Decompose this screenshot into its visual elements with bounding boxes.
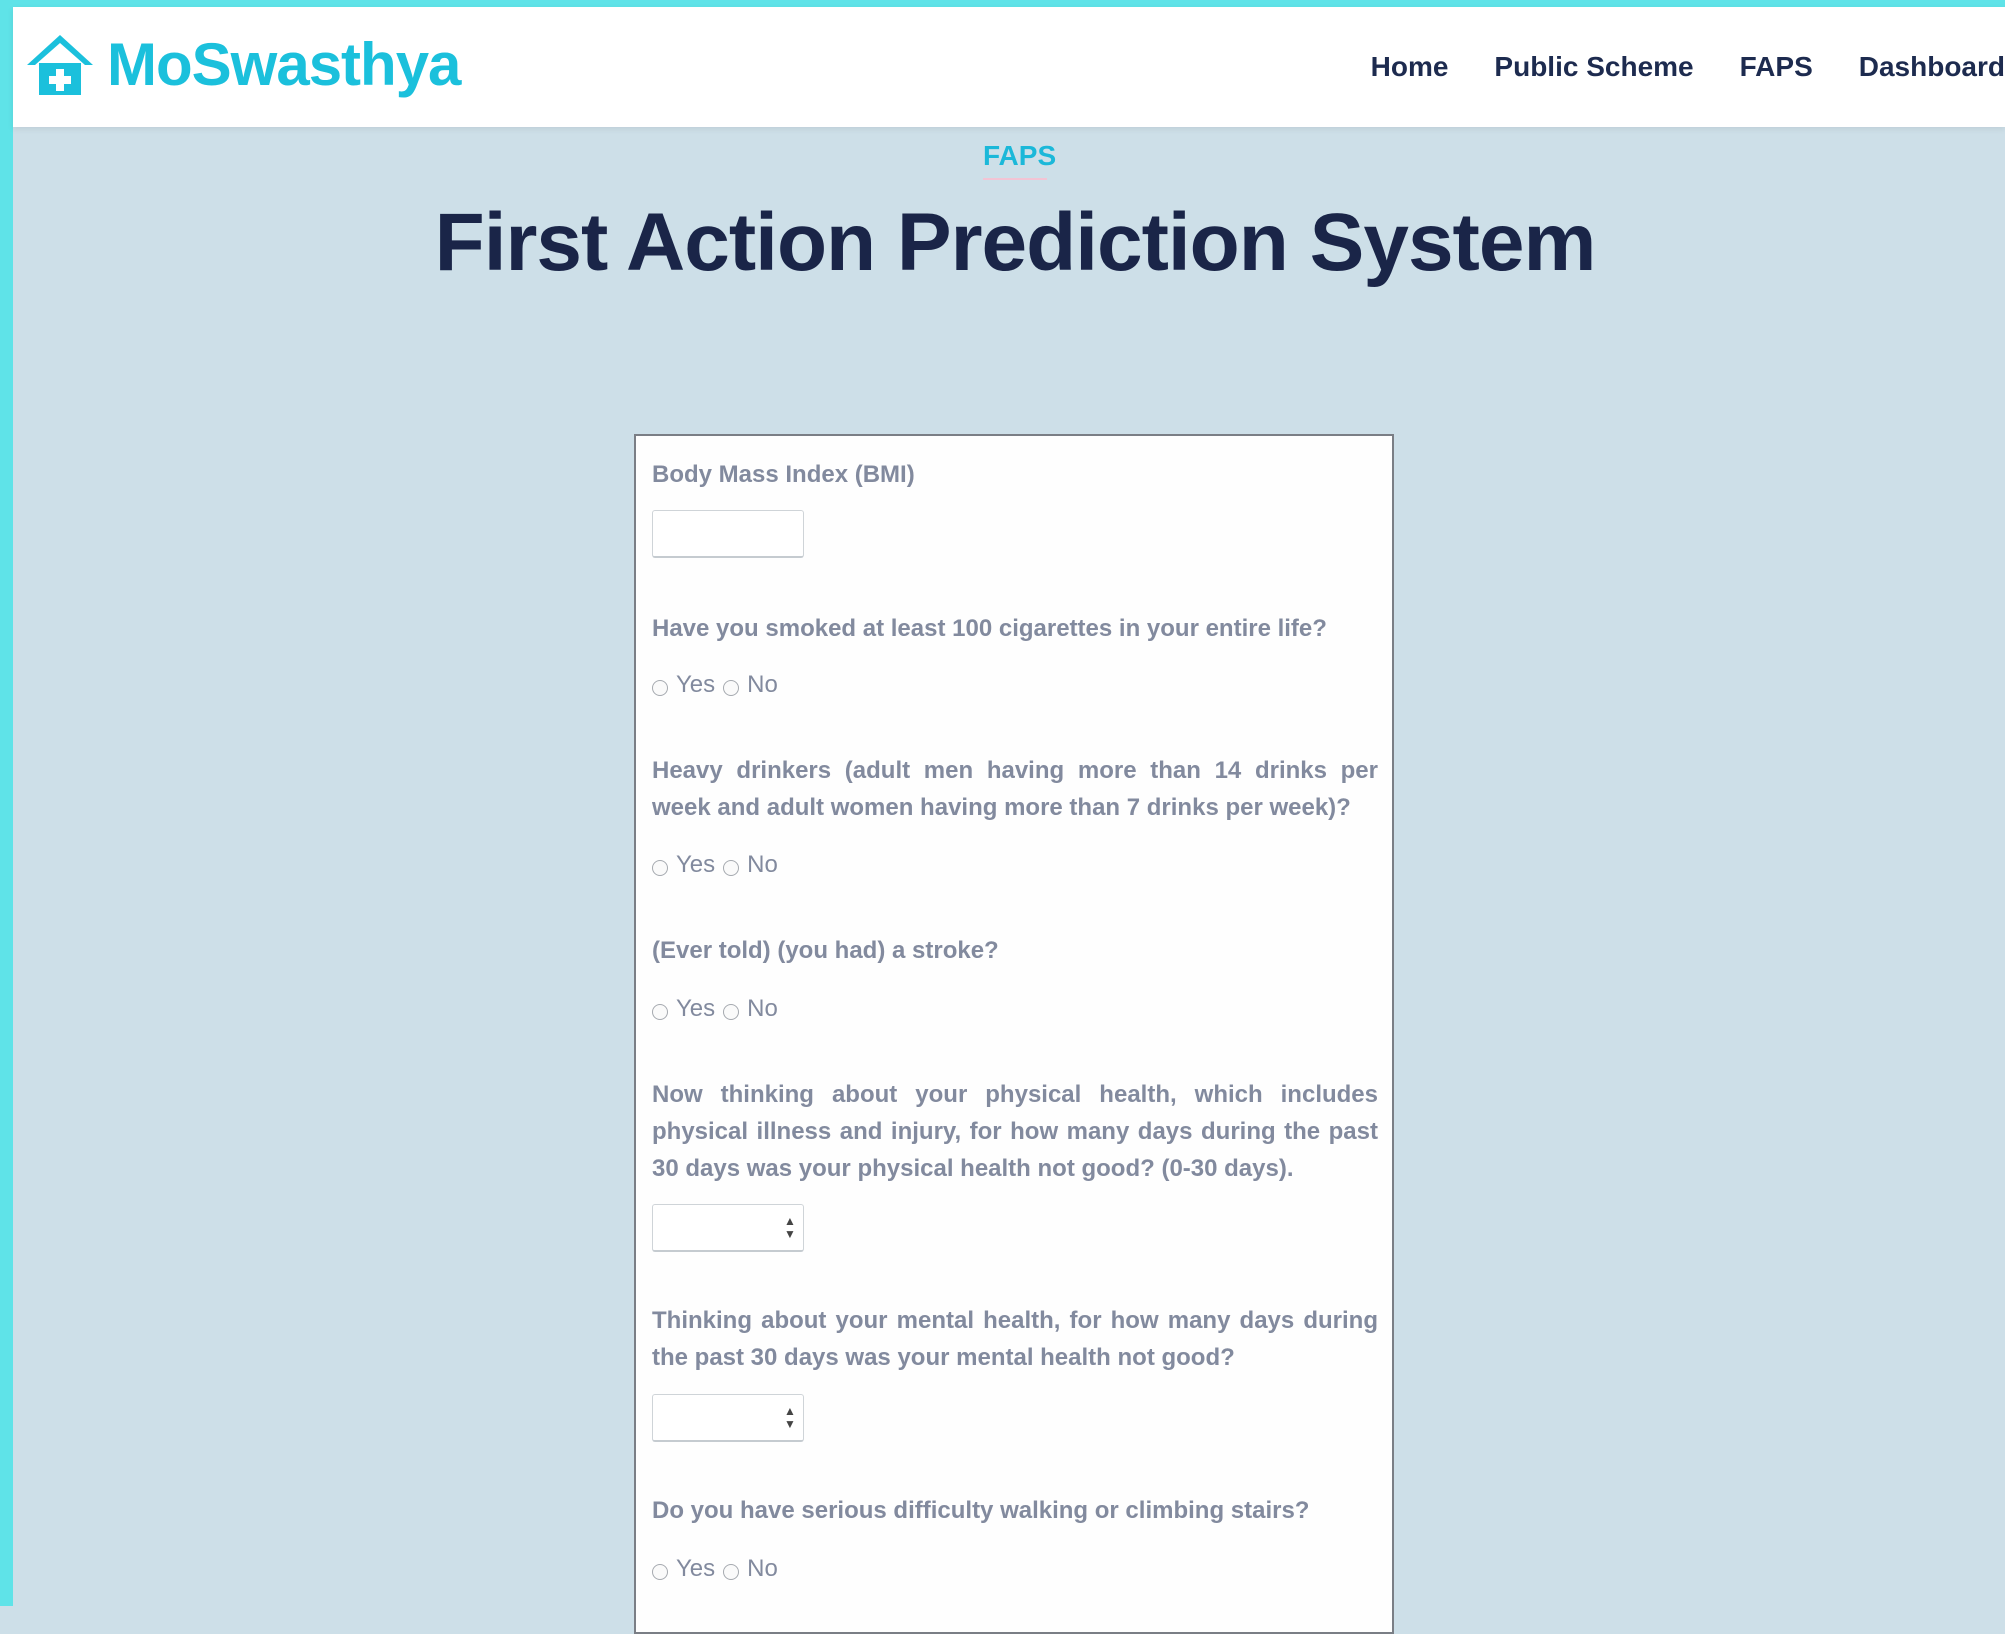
- mental-health-input[interactable]: ▲ ▼: [652, 1394, 804, 1442]
- nav-home[interactable]: Home: [1371, 51, 1449, 83]
- smoked-label: Have you smoked at least 100 cigarettes …: [652, 615, 1327, 642]
- walking-label: Do you have serious difficulty walking o…: [652, 1497, 1310, 1524]
- stroke-yes-radio[interactable]: [652, 1004, 668, 1020]
- brand-name: MoSwasthya: [107, 31, 461, 98]
- window-frame-top: [0, 0, 2005, 7]
- walking-no-radio[interactable]: [723, 1564, 740, 1580]
- drinker-options: Yes No: [652, 850, 786, 880]
- drinker-no-radio[interactable]: [723, 860, 740, 876]
- smoked-no-radio[interactable]: [723, 680, 740, 696]
- drinker-no-label[interactable]: No: [747, 851, 778, 879]
- prediction-form: Body Mass Index (BMI) Have you smoked at…: [634, 434, 1394, 1634]
- stroke-yes-label[interactable]: Yes: [676, 995, 715, 1023]
- stroke-no-radio[interactable]: [723, 1004, 740, 1020]
- stroke-options: Yes No: [652, 994, 786, 1024]
- physical-health-stepper[interactable]: ▲ ▼: [781, 1215, 799, 1243]
- drinker-yes-radio[interactable]: [652, 860, 668, 876]
- nav-public-scheme[interactable]: Public Scheme: [1494, 51, 1693, 83]
- window-frame-left: [0, 0, 13, 1606]
- nav-faps[interactable]: FAPS: [1740, 51, 1813, 83]
- walking-no-label[interactable]: No: [747, 1555, 778, 1583]
- stroke-no-label[interactable]: No: [747, 995, 778, 1023]
- house-medical-icon: [25, 33, 95, 97]
- brand-logo[interactable]: MoSwasthya: [25, 25, 461, 105]
- walking-yes-label[interactable]: Yes: [676, 1555, 715, 1583]
- smoked-yes-radio[interactable]: [652, 680, 668, 696]
- drinker-yes-label[interactable]: Yes: [676, 851, 715, 879]
- mental-health-stepper[interactable]: ▲ ▼: [781, 1405, 799, 1433]
- bmi-label: Body Mass Index (BMI): [652, 461, 915, 488]
- section-underline: [983, 178, 1047, 180]
- nav-dashboard[interactable]: Dashboard: [1859, 51, 2005, 83]
- bmi-input[interactable]: [652, 510, 804, 558]
- smoked-options: Yes No: [652, 670, 786, 700]
- stroke-label: (Ever told) (you had) a stroke?: [652, 937, 999, 964]
- nav-links: Home Public Scheme FAPS Dashboard: [1325, 7, 2005, 127]
- drinker-label: Heavy drinkers (adult men having more th…: [652, 757, 1378, 821]
- smoked-yes-label[interactable]: Yes: [676, 671, 715, 699]
- mental-health-label: Thinking about your mental health, for h…: [652, 1307, 1378, 1371]
- navbar: MoSwasthya Home Public Scheme FAPS Dashb…: [13, 7, 2005, 127]
- page-title: First Action Prediction System: [434, 197, 1597, 288]
- walking-yes-radio[interactable]: [652, 1564, 668, 1580]
- physical-health-label: Now thinking about your physical health,…: [652, 1081, 1378, 1182]
- smoked-no-label[interactable]: No: [747, 671, 778, 699]
- section-label: FAPS: [983, 140, 1057, 171]
- physical-health-input[interactable]: ▲ ▼: [652, 1204, 804, 1252]
- walking-options: Yes No: [652, 1554, 786, 1584]
